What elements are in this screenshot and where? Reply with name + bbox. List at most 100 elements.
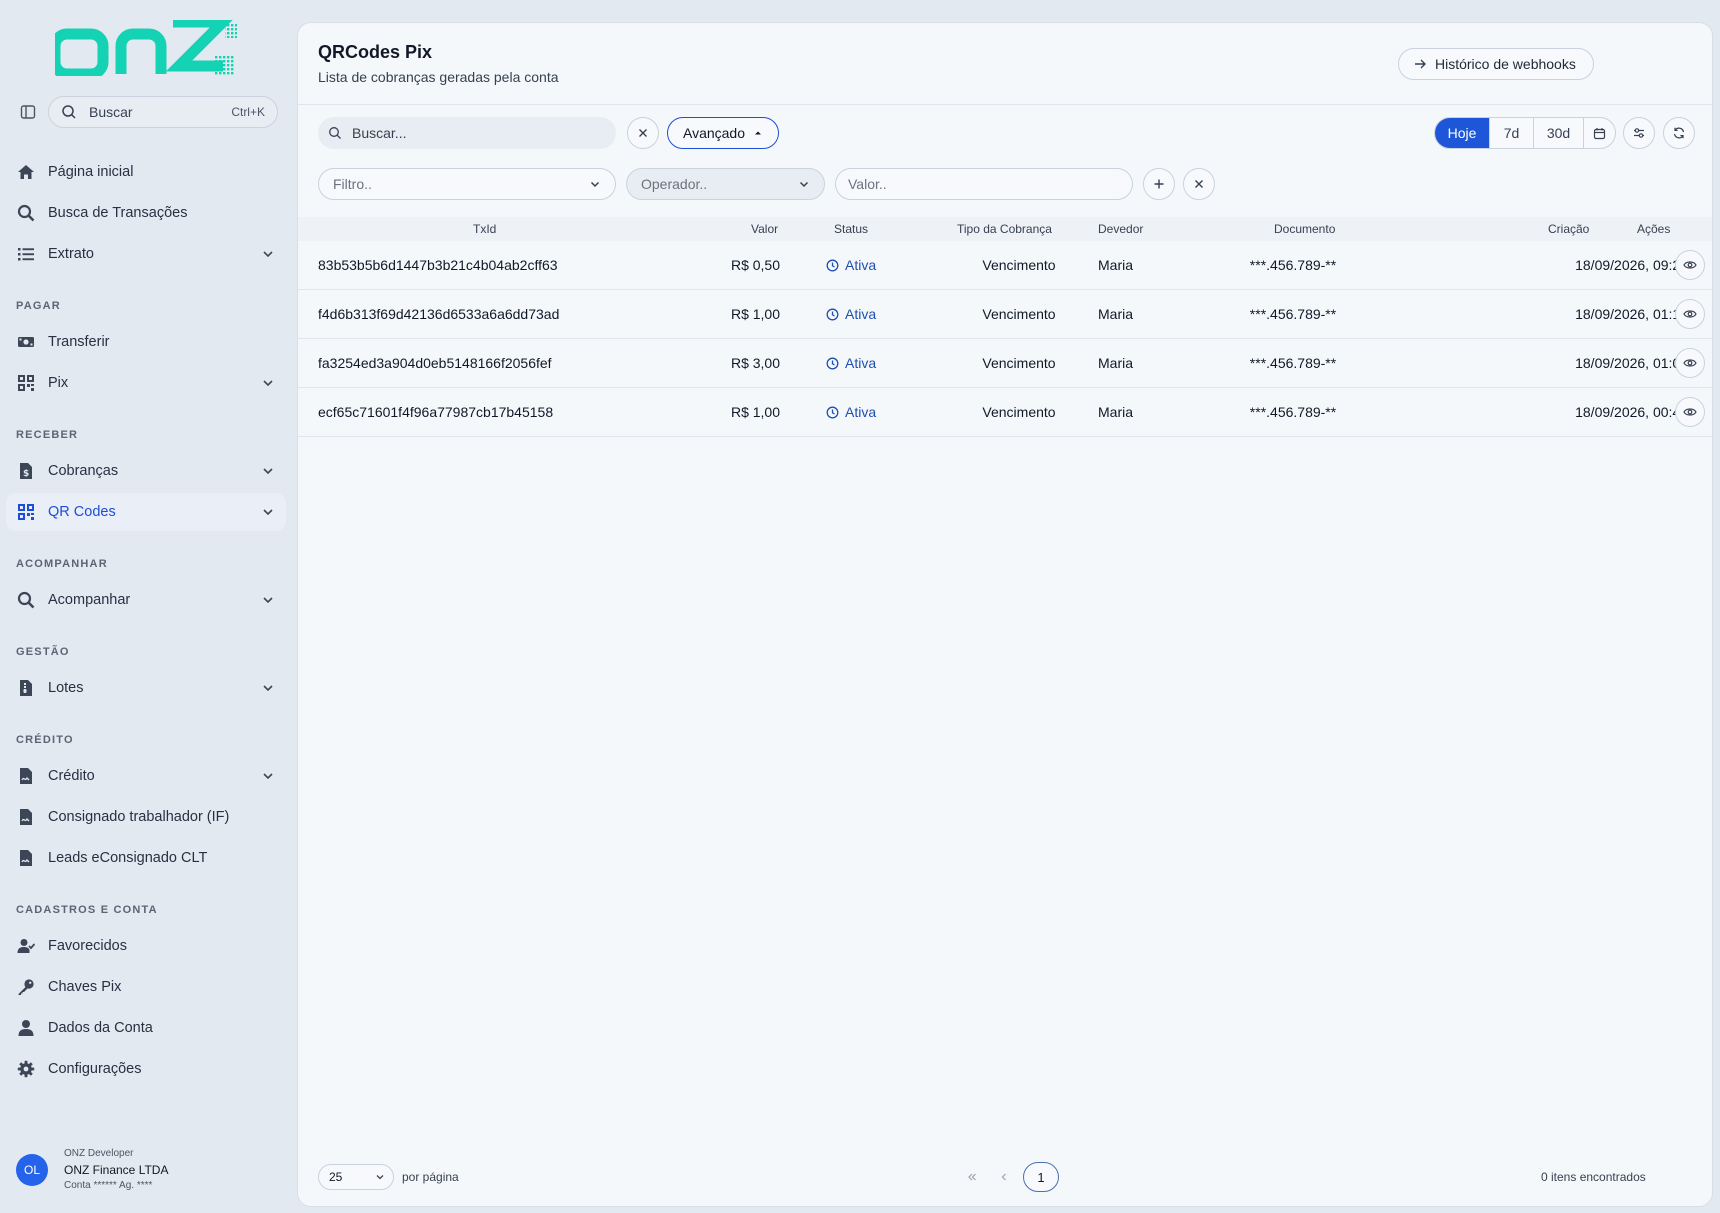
page-subtitle: Lista de cobranças geradas pela conta [318, 69, 559, 85]
page-title: QRCodes Pix [318, 42, 433, 62]
sidebar-item-busca[interactable]: Busca de Transações [6, 194, 286, 232]
col-txid[interactable]: TxId [473, 217, 496, 241]
per-page-label: por página [402, 1170, 459, 1184]
table-row[interactable]: f4d6b313f69d42136d6533a6a6dd73ad R$ 1,00… [298, 290, 1712, 339]
sidebar-item-config[interactable]: Configurações [6, 1050, 286, 1088]
sidebar-item-extrato[interactable]: Extrato [6, 235, 286, 273]
sidebar-item-consignado[interactable]: Consignado trabalhador (IF) [6, 798, 286, 836]
sliders-icon [1632, 126, 1646, 140]
cell-devedor: Maria [1098, 355, 1134, 371]
section-title-gestao: GESTÃO [16, 646, 70, 658]
clock-icon [826, 357, 839, 370]
col-devedor[interactable]: Devedor [1098, 217, 1143, 241]
table-row[interactable]: ecf65c71601f4f96a77987cb17b45158 R$ 1,00… [298, 388, 1712, 437]
status-badge: Ativa [826, 241, 876, 289]
cell-valor: R$ 0,50 [730, 257, 780, 273]
chevron-down-icon [260, 680, 276, 696]
sidebar-item-label: Acompanhar [48, 592, 131, 608]
calendar-icon [1593, 127, 1606, 140]
add-filter-button[interactable] [1143, 168, 1175, 200]
table-row[interactable]: fa3254ed3a904d0eb5148166f2056fef R$ 3,00… [298, 339, 1712, 388]
status-label: Ativa [845, 404, 877, 420]
webhooks-history-button[interactable]: Histórico de webhooks [1398, 48, 1594, 80]
sidebar-item-label: Cobranças [48, 463, 119, 479]
user-org: ONZ Finance LTDA [64, 1162, 169, 1177]
search-box[interactable] [318, 117, 616, 149]
cell-devedor: Maria [1098, 306, 1134, 322]
sidebar-item-dados[interactable]: Dados da Conta [6, 1009, 286, 1047]
sidebar-item-credito[interactable]: Crédito [6, 757, 286, 795]
sidebar-item-home[interactable]: Página inicial [6, 153, 286, 191]
search-icon [16, 590, 36, 610]
sidebar-item-label: Transferir [48, 334, 110, 350]
avatar: OL [16, 1154, 48, 1186]
close-icon [1193, 178, 1205, 190]
sidebar-item-lotes[interactable]: Lotes [6, 669, 286, 707]
sidebar-item-favorecidos[interactable]: Favorecidos [6, 927, 286, 965]
status-label: Ativa [845, 355, 877, 371]
search-input[interactable] [352, 125, 602, 141]
sidebar-search[interactable]: Buscar Ctrl+K [48, 96, 278, 128]
table-row[interactable]: 83b53b5b6d1447b3b21c4b04ab2cff63 R$ 0,50… [298, 241, 1712, 290]
chevron-down-icon [589, 178, 601, 190]
view-button[interactable] [1675, 299, 1705, 329]
status-label: Ativa [845, 257, 877, 273]
sidebar-item-pix[interactable]: Pix [6, 364, 286, 402]
onz-logo[interactable] [55, 20, 240, 76]
cell-documento: ***.456.789-** [1249, 257, 1337, 273]
date-range-group: Hoje 7d 30d [1434, 117, 1616, 149]
value-field[interactable] [835, 168, 1133, 200]
filter-select[interactable]: Filtro.. [318, 168, 616, 200]
prev-page-button[interactable] [994, 1167, 1014, 1187]
range-30d-button[interactable]: 30d [1533, 118, 1583, 148]
col-criacao[interactable]: Criação [1548, 217, 1589, 241]
refresh-button[interactable] [1663, 117, 1695, 149]
sidebar-item-cobrancas[interactable]: $ Cobranças [6, 452, 286, 490]
chevron-down-icon [375, 1172, 385, 1182]
eye-icon [1683, 356, 1697, 370]
webhooks-history-label: Histórico de webhooks [1435, 56, 1576, 72]
page-number-button[interactable]: 1 [1023, 1162, 1059, 1192]
gear-icon [16, 1059, 36, 1079]
view-button[interactable] [1675, 250, 1705, 280]
cell-txid: fa3254ed3a904d0eb5148166f2056fef [318, 355, 552, 371]
chevron-down-icon [260, 463, 276, 479]
chevron-left-icon [998, 1171, 1010, 1183]
sidebar-item-leads[interactable]: Leads eConsignado CLT [6, 839, 286, 877]
clear-filter-button[interactable] [1183, 168, 1215, 200]
user-profile[interactable]: OL ONZ Developer ONZ Finance LTDA Conta … [16, 1145, 286, 1195]
header-divider [298, 104, 1712, 105]
view-button[interactable] [1675, 397, 1705, 427]
column-settings-button[interactable] [1623, 117, 1655, 149]
col-tipo[interactable]: Tipo da Cobrança [957, 217, 1052, 241]
table-header: TxId Valor Status Tipo da Cobrança Deved… [298, 217, 1712, 241]
advanced-filter-button[interactable]: Avançado [667, 117, 779, 149]
filter-placeholder: Filtro.. [333, 176, 372, 192]
sidebar-item-transferir[interactable]: Transferir [6, 323, 286, 361]
range-hoje-button[interactable]: Hoje [1435, 118, 1489, 148]
sidebar-item-acompanhar[interactable]: Acompanhar [6, 581, 286, 619]
sidebar-item-chaves[interactable]: Chaves Pix [6, 968, 286, 1006]
sidebar-search-label: Buscar [89, 104, 133, 120]
view-button[interactable] [1675, 348, 1705, 378]
clear-search-button[interactable] [627, 117, 659, 149]
operator-select[interactable]: Operador.. [626, 168, 825, 200]
col-valor[interactable]: Valor [751, 217, 778, 241]
per-page-select[interactable]: 25 [318, 1164, 394, 1190]
range-7d-button[interactable]: 7d [1489, 118, 1533, 148]
qrcode-icon [16, 502, 36, 522]
sidebar-toggle-icon[interactable] [18, 102, 38, 122]
advanced-label: Avançado [682, 125, 745, 141]
sidebar-item-label: Dados da Conta [48, 1020, 153, 1036]
cell-criacao: 18/09/2026, 09:25 [1575, 257, 1688, 273]
value-input[interactable] [848, 176, 1120, 192]
col-status[interactable]: Status [834, 217, 868, 241]
chevron-down-icon [260, 375, 276, 391]
user-role: ONZ Developer [64, 1148, 134, 1159]
first-page-button[interactable] [962, 1167, 982, 1187]
section-title-cadastros: CADASTROS E CONTA [16, 904, 158, 916]
col-documento[interactable]: Documento [1274, 217, 1335, 241]
search-icon [328, 126, 342, 140]
sidebar-item-qrcodes[interactable]: QR Codes [6, 493, 286, 531]
calendar-button[interactable] [1583, 118, 1615, 148]
